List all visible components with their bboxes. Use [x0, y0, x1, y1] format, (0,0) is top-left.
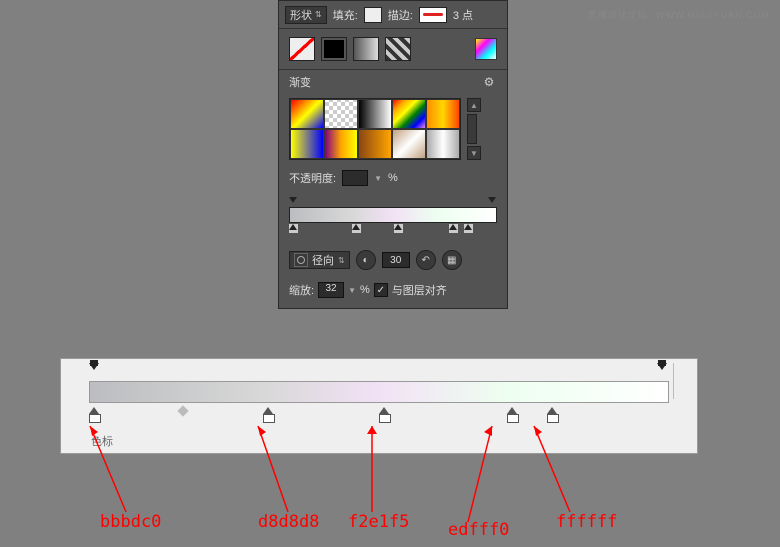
annotation-arrow: [530, 422, 580, 522]
angle-input[interactable]: 30: [382, 252, 410, 268]
color-label-1: bbbdc0: [100, 512, 161, 532]
color-picker[interactable]: [475, 38, 497, 60]
opacity-stop[interactable]: [89, 363, 99, 373]
fill-type-row: [279, 29, 507, 69]
annotation-arrow: [438, 422, 498, 532]
color-stop[interactable]: [379, 407, 389, 421]
preset[interactable]: [426, 99, 460, 129]
opacity-label: 不透明度:: [289, 170, 336, 186]
chevron-down-icon[interactable]: ▼: [348, 286, 356, 295]
color-stop[interactable]: [89, 407, 99, 421]
gradient-header: 渐变 ⚙: [279, 70, 507, 94]
preset[interactable]: [392, 99, 426, 129]
type-label: 径向: [312, 252, 334, 268]
preset[interactable]: [290, 99, 324, 129]
gradient-editor: [279, 192, 507, 244]
gradient-title: 渐变: [289, 74, 311, 90]
fill-swatch[interactable]: [364, 7, 382, 23]
color-stop[interactable]: [263, 407, 273, 421]
watermark-text: 思缘设计论坛: [588, 10, 648, 20]
opacity-stop[interactable]: [657, 363, 667, 373]
align-label: 与图层对齐: [392, 282, 447, 298]
watermark: 思缘设计论坛 WWW.MISSYUAN.COM: [584, 8, 770, 21]
color-stop[interactable]: [449, 224, 458, 233]
radial-icon: [294, 253, 308, 267]
preset[interactable]: [392, 129, 426, 159]
gear-icon[interactable]: ⚙: [481, 74, 497, 90]
scroll-up-icon[interactable]: ▲: [467, 98, 481, 112]
chevron-down-icon: ⇅: [338, 256, 345, 265]
color-stop[interactable]: [547, 407, 557, 421]
percent-label: %: [360, 284, 370, 296]
color-stop[interactable]: [394, 224, 403, 233]
annotation-arrow: [86, 422, 146, 522]
color-stop[interactable]: [464, 224, 473, 233]
opacity-row: 不透明度: ▼ %: [279, 164, 507, 192]
type-row: 径向 ⇅ ◐ 30 ↶ ▦: [279, 244, 507, 276]
type-dropdown[interactable]: 径向 ⇅: [289, 251, 350, 269]
percent-label: %: [388, 172, 398, 184]
gradient-bar[interactable]: [89, 381, 669, 403]
shape-dropdown[interactable]: 形状 ⇅: [285, 6, 327, 24]
stroke-swatch[interactable]: [419, 7, 447, 23]
preset[interactable]: [324, 129, 358, 159]
preset[interactable]: [358, 99, 392, 129]
annotation-arrow: [352, 422, 392, 522]
preset[interactable]: [324, 99, 358, 129]
opacity-input[interactable]: [342, 170, 368, 186]
align-checkbox[interactable]: ✓: [374, 283, 388, 297]
preset[interactable]: [358, 129, 392, 159]
opacity-stop[interactable]: [289, 197, 298, 206]
dropdown-arrows-icon: ⇅: [315, 10, 322, 19]
annotation-arrow: [248, 422, 308, 522]
stroke-label: 描边:: [388, 7, 413, 23]
solid-swatch[interactable]: [321, 37, 347, 61]
color-label-4: edfff0: [448, 520, 509, 540]
fill-label: 填充:: [333, 7, 358, 23]
gradient-presets: ▲ ▼: [279, 94, 507, 164]
color-label-2: d8d8d8: [258, 512, 319, 532]
gradient-swatch[interactable]: [353, 37, 379, 61]
opacity-stop[interactable]: [488, 197, 497, 206]
color-label-3: f2e1f5: [348, 512, 409, 532]
pattern-swatch[interactable]: [385, 37, 411, 61]
preset[interactable]: [290, 129, 324, 159]
scale-input[interactable]: 32: [318, 282, 344, 298]
scale-row: 缩放: 32 ▼ % ✓ 与图层对齐: [279, 276, 507, 308]
scale-label: 缩放:: [289, 282, 314, 298]
angle-dial[interactable]: ◐: [356, 250, 376, 270]
revert-button[interactable]: ↶: [416, 250, 436, 270]
titlebar: 形状 ⇅ 填充: 描边: 3 点: [279, 1, 507, 29]
preset[interactable]: [426, 129, 460, 159]
stroke-size: 3 点: [453, 7, 473, 23]
shape-label: 形状: [290, 7, 312, 23]
chevron-down-icon[interactable]: ▼: [374, 174, 382, 183]
gradient-bar[interactable]: [289, 207, 497, 223]
color-stop[interactable]: [352, 224, 361, 233]
no-fill-swatch[interactable]: [289, 37, 315, 61]
reverse-button[interactable]: ▦: [442, 250, 462, 270]
color-label-5: ffffff: [556, 512, 617, 532]
color-stop[interactable]: [289, 224, 298, 233]
scroll-down-icon[interactable]: ▼: [467, 146, 481, 160]
preset-scrollbar[interactable]: ▲ ▼: [467, 98, 481, 160]
color-stop[interactable]: [507, 407, 517, 421]
collapse-bar[interactable]: [673, 363, 693, 399]
gradient-panel: 形状 ⇅ 填充: 描边: 3 点 渐变 ⚙: [278, 0, 508, 309]
watermark-url: WWW.MISSYUAN.COM: [656, 10, 770, 20]
